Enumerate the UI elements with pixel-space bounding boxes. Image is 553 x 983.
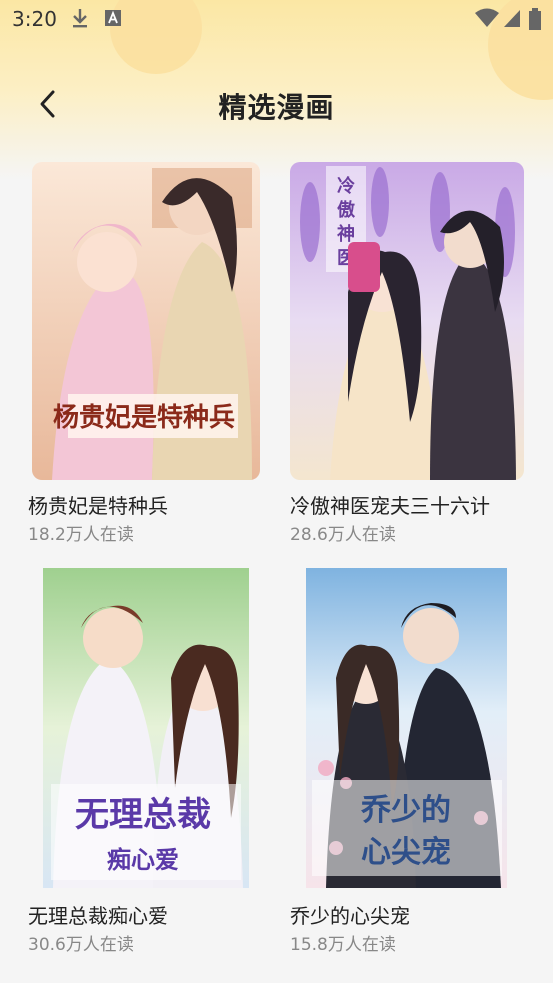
- svg-text:无理总裁: 无理总裁: [75, 795, 211, 835]
- comic-cover[interactable]: 冷 傲 神 医: [290, 162, 524, 480]
- comic-card[interactable]: 冷 傲 神 医 冷傲神医宠夫三十六计 28.6万人在读: [290, 162, 526, 552]
- comic-readers: 30.6万人在读: [28, 935, 134, 955]
- svg-text:痴心爱: 痴心爱: [107, 846, 179, 874]
- comic-readers: 18.2万人在读: [28, 525, 134, 545]
- signal-icon: [502, 7, 522, 29]
- comic-cover[interactable]: 无理总裁 痴心爱: [43, 568, 249, 888]
- header: 精选漫画: [0, 72, 553, 142]
- comic-cover[interactable]: 杨贵妃是特种兵: [32, 162, 260, 480]
- svg-text:傲: 傲: [337, 199, 356, 221]
- svg-text:冷: 冷: [337, 175, 355, 197]
- comic-card[interactable]: 乔少的 心尖宠 乔少的心尖宠 15.8万人在读: [290, 568, 526, 958]
- page-title: 精选漫画: [218, 91, 335, 124]
- svg-text:神: 神: [337, 223, 355, 245]
- download-icon: [70, 7, 90, 29]
- svg-text:杨贵妃是特种兵: 杨贵妃是特种兵: [53, 402, 235, 433]
- wifi-icon: [474, 7, 500, 29]
- status-bar: 3:20: [0, 0, 553, 36]
- comic-card[interactable]: 杨贵妃是特种兵 杨贵妃是特种兵 18.2万人在读: [28, 162, 262, 552]
- comic-title[interactable]: 乔少的心尖宠: [290, 900, 410, 929]
- comic-readers: 28.6万人在读: [290, 525, 396, 545]
- comic-title[interactable]: 冷傲神医宠夫三十六计: [290, 490, 490, 519]
- comic-title[interactable]: 杨贵妃是特种兵: [28, 490, 168, 519]
- battery-icon: [527, 7, 543, 30]
- comic-cover[interactable]: 乔少的 心尖宠: [306, 568, 507, 888]
- app-notification-icon: [103, 7, 123, 29]
- svg-text:乔少的: 乔少的: [361, 793, 451, 828]
- comic-title[interactable]: 无理总裁痴心爱: [28, 900, 168, 929]
- comic-readers: 15.8万人在读: [290, 935, 396, 955]
- status-time: 3:20: [12, 7, 57, 31]
- svg-text:心尖宠: 心尖宠: [361, 835, 451, 870]
- comic-card[interactable]: 无理总裁 痴心爱 无理总裁痴心爱 30.6万人在读: [28, 568, 262, 958]
